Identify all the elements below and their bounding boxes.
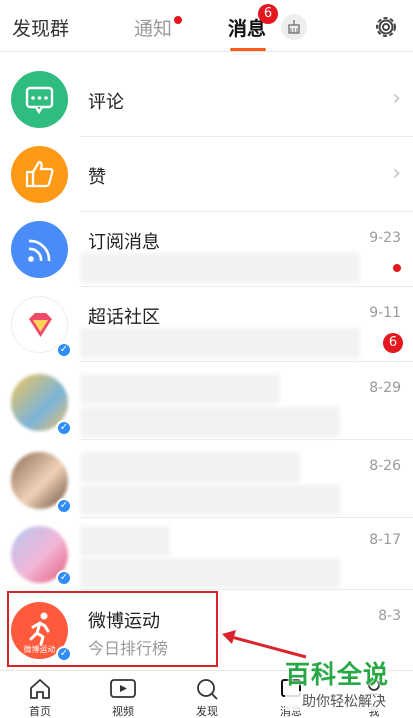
- verified-badge-icon: ✓: [56, 420, 72, 436]
- nav-label: 首页: [29, 705, 51, 718]
- username-blurred: [80, 452, 300, 482]
- message-preview-blurred: [80, 253, 360, 283]
- row-date: 8-29: [369, 380, 401, 396]
- watermark-title: 百科全说: [285, 660, 390, 689]
- username-blurred: [80, 374, 280, 404]
- highlight-box: [7, 591, 218, 667]
- nav-label: 视频: [112, 705, 134, 718]
- nav-discover[interactable]: 发现: [177, 676, 237, 718]
- comment-icon: [11, 71, 68, 128]
- tab-messages[interactable]: 消息 6: [228, 4, 278, 51]
- nav-video[interactable]: 视频: [93, 676, 153, 718]
- message-preview-blurred: [80, 485, 340, 515]
- message-preview-blurred: [80, 407, 340, 437]
- home-icon: [30, 679, 50, 699]
- unread-dot: [393, 264, 401, 272]
- list-item-super-topic[interactable]: ✓ 超话社区 9-11 6: [0, 287, 413, 362]
- row-date: 9-11: [369, 305, 401, 321]
- watermark-subtitle: 助你轻松解决: [285, 691, 403, 711]
- messages-badge: 6: [258, 4, 278, 24]
- row-date: 8-3: [378, 608, 401, 624]
- row-date: 8-26: [369, 458, 401, 474]
- gear-icon[interactable]: [372, 13, 400, 41]
- verified-badge-icon: ✓: [56, 342, 72, 358]
- rss-icon: [11, 221, 68, 278]
- list-item-comments[interactable]: 评论 ›: [0, 62, 413, 137]
- active-tab-underline: [230, 48, 266, 51]
- list-item-user-3[interactable]: ✓ 8-17: [0, 518, 413, 590]
- chevron-right-icon: ›: [392, 161, 401, 186]
- discover-groups-button[interactable]: 发现群: [12, 14, 69, 41]
- verified-badge-icon: ✓: [56, 498, 72, 514]
- search-icon: [197, 679, 218, 700]
- row-title: 赞: [88, 167, 106, 188]
- nav-home[interactable]: 首页: [10, 676, 70, 718]
- unread-count-badge: 6: [383, 333, 403, 353]
- notification-dot: [174, 16, 183, 24]
- verified-badge-icon: ✓: [56, 570, 72, 586]
- video-icon: [110, 679, 136, 698]
- chevron-right-icon: ›: [392, 86, 401, 111]
- message-preview-blurred: [80, 328, 360, 358]
- watermark: 百科全说 助你轻松解决: [285, 655, 403, 711]
- row-date: 8-17: [369, 532, 401, 548]
- tab-notifications[interactable]: 通知: [134, 14, 183, 41]
- nav-label: 发现: [196, 705, 218, 718]
- list-item-likes[interactable]: 赞 ›: [0, 137, 413, 212]
- message-preview-blurred: [80, 558, 340, 588]
- row-date: 9-23: [369, 230, 401, 246]
- list-item-user-2[interactable]: ✓ 8-26: [0, 440, 413, 518]
- row-title: 订阅消息: [88, 232, 160, 253]
- top-bar: 发现群 通知 消息 6: [0, 0, 413, 52]
- row-title: 评论: [88, 92, 124, 113]
- username-blurred: [80, 526, 170, 556]
- list-item-user-1[interactable]: ✓ 8-29: [0, 362, 413, 440]
- thumbs-up-icon: [11, 146, 68, 203]
- row-title: 超话社区: [88, 307, 160, 328]
- list-item-subscriptions[interactable]: 订阅消息 9-23: [0, 212, 413, 287]
- clear-unread-icon[interactable]: [281, 14, 307, 40]
- tab-notifications-label: 通知: [134, 18, 173, 40]
